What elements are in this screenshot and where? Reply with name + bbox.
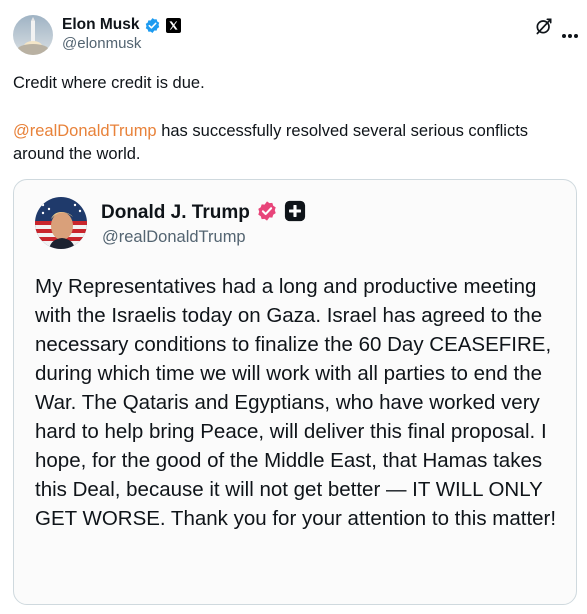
mention-link[interactable]: @realDonaldTrump xyxy=(13,122,157,140)
author-avatar[interactable] xyxy=(13,15,53,55)
x-logo-icon xyxy=(165,17,181,33)
author-handle[interactable]: @elonmusk xyxy=(62,35,141,52)
more-options-icon[interactable] xyxy=(561,24,579,38)
grok-icon[interactable] xyxy=(534,16,554,36)
post-line-conflicts: @realDonaldTrump has successfully resolv… xyxy=(13,120,573,166)
embedded-author-handle: @realDonaldTrump xyxy=(102,228,246,246)
post-text: Credit where credit is due. @realDonaldT… xyxy=(13,72,573,166)
embedded-author-name: Donald J. Trump xyxy=(101,202,250,223)
author-name-row: Elon Musk xyxy=(62,14,181,36)
author-name[interactable]: Elon Musk xyxy=(62,16,140,34)
embedded-author-avatar xyxy=(35,197,87,249)
post-line-credit: Credit where credit is due. xyxy=(13,74,205,92)
embedded-author-row: Donald J. Trump xyxy=(101,200,306,226)
plus-badge-icon xyxy=(284,200,306,226)
post: Elon Musk @elonmusk Credit where credit … xyxy=(0,0,587,614)
pink-verified-badge-icon xyxy=(256,200,278,226)
embedded-image[interactable]: Donald J. Trump @realDonaldTrump My Repr… xyxy=(13,179,577,605)
embedded-post-body: My Representatives had a long and produc… xyxy=(35,275,557,530)
verified-badge-icon[interactable] xyxy=(144,17,161,34)
